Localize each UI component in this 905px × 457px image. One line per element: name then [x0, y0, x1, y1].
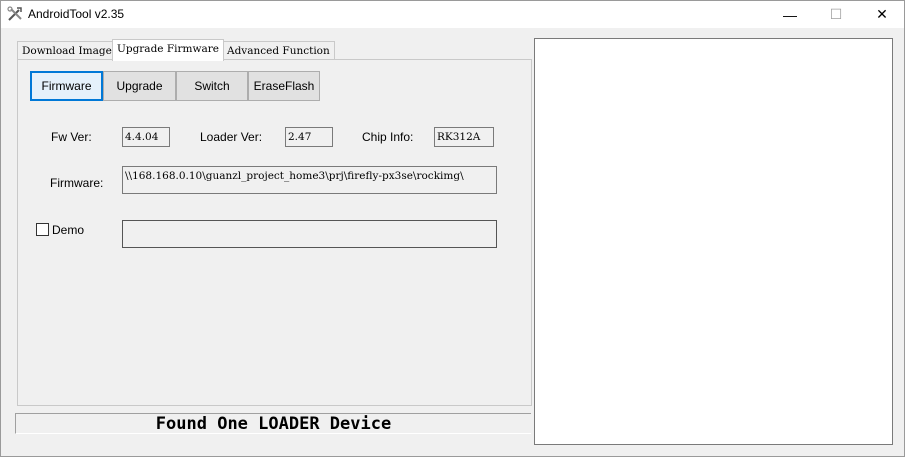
status-bar: Found One LOADER Device — [15, 413, 531, 434]
close-button[interactable]: ✕ — [859, 1, 905, 28]
tab-upgrade-firmware[interactable]: Upgrade Firmware — [112, 39, 224, 61]
upgrade-button[interactable]: Upgrade — [103, 71, 176, 101]
app-window: AndroidTool v2.35 — ☐ ✕ Download Image U… — [0, 0, 905, 457]
status-text: Found One LOADER Device — [155, 414, 392, 434]
chip-info-field: RK312A — [434, 127, 494, 147]
title-bar[interactable]: AndroidTool v2.35 — ☐ ✕ — [1, 1, 904, 28]
loader-ver-field: 2.47 — [285, 127, 333, 147]
tools-icon — [7, 6, 22, 21]
chip-info-label: Chip Info: — [362, 130, 414, 144]
firmware-path-field[interactable]: \\168.168.0.10\guanzl_project_home3\prj\… — [122, 166, 497, 194]
tab-download-image[interactable]: Download Image — [17, 41, 117, 60]
demo-checkbox[interactable] — [36, 223, 49, 236]
firmware-path-label: Firmware: — [50, 176, 104, 190]
log-panel[interactable] — [534, 38, 893, 445]
minimize-button[interactable]: — — [767, 1, 813, 28]
switch-button[interactable]: Switch — [176, 71, 248, 101]
loader-ver-label: Loader Ver: — [200, 130, 263, 144]
window-title: AndroidTool v2.35 — [28, 7, 125, 21]
demo-label[interactable]: Demo — [52, 223, 84, 237]
tab-advanced-function[interactable]: Advanced Function — [222, 41, 335, 60]
erase-flash-button[interactable]: EraseFlash — [248, 71, 320, 101]
fw-ver-field: 4.4.04 — [122, 127, 170, 147]
maximize-button[interactable]: ☐ — [813, 1, 859, 28]
fw-ver-label: Fw Ver: — [51, 130, 92, 144]
firmware-button[interactable]: Firmware — [30, 71, 103, 101]
upgrade-progress-bar — [122, 220, 497, 248]
